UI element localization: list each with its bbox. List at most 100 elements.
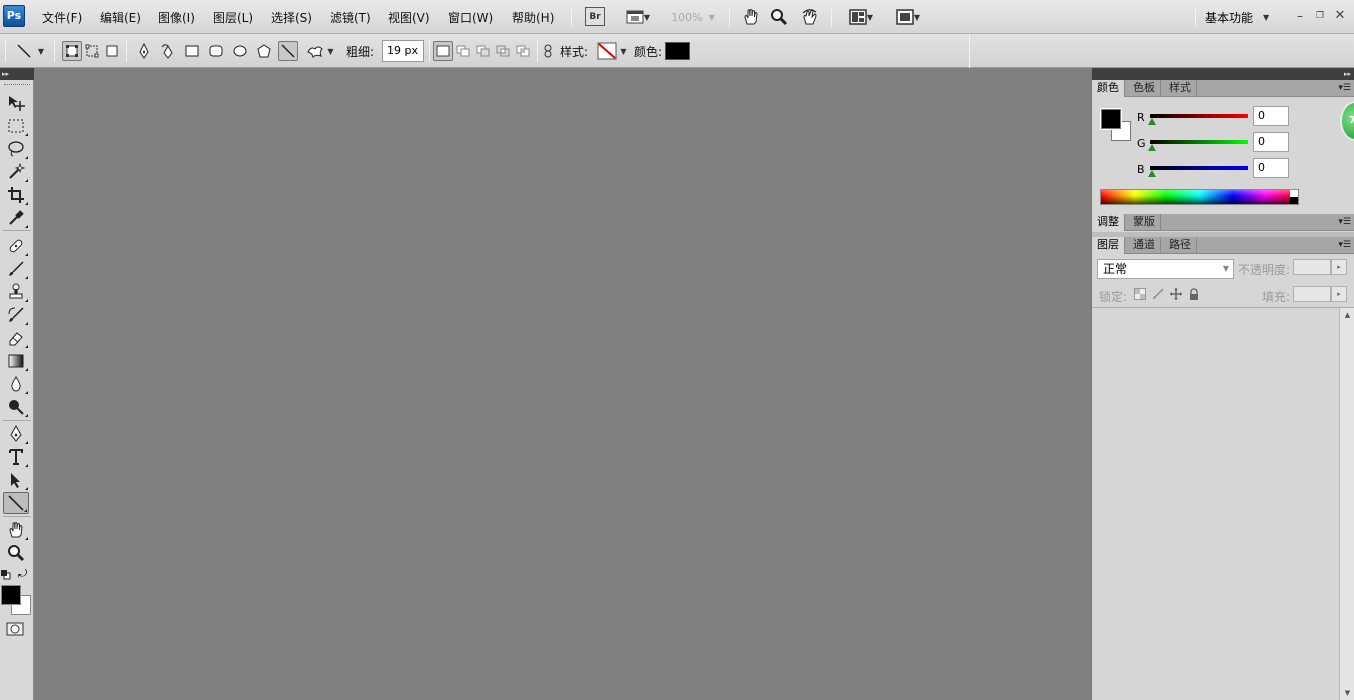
restore-button[interactable]: ❐: [1312, 8, 1328, 24]
rectangle-option[interactable]: [182, 41, 202, 61]
tab-color[interactable]: 颜色: [1092, 80, 1125, 97]
channel-r-input[interactable]: 0: [1253, 106, 1289, 126]
layers-list[interactable]: [1092, 308, 1339, 700]
clone-stamp-tool[interactable]: [3, 281, 29, 303]
weight-input[interactable]: 19 px: [382, 40, 424, 62]
arrange-documents-button[interactable]: ▼: [843, 7, 879, 27]
eyedropper-tool[interactable]: [3, 207, 29, 229]
zoom-tool[interactable]: [3, 542, 29, 564]
tool-preset-picker[interactable]: ▼: [12, 41, 48, 61]
color-spectrum-bar[interactable]: [1100, 189, 1299, 205]
custom-shape-option[interactable]: ▼: [302, 41, 338, 61]
tab-paths[interactable]: 路径: [1164, 237, 1197, 254]
blend-mode-select[interactable]: 正常 ▼: [1097, 259, 1234, 279]
menu-view[interactable]: 视图(V): [388, 9, 430, 26]
quick-mask-button[interactable]: [6, 622, 24, 636]
pen-tool[interactable]: [3, 423, 29, 445]
healing-brush-tool[interactable]: [3, 235, 29, 257]
color-panel-foreground-swatch[interactable]: [1100, 108, 1122, 130]
ellipse-option[interactable]: [230, 41, 250, 61]
polygon-option[interactable]: [254, 41, 274, 61]
paths-mode[interactable]: [82, 41, 102, 61]
crop-tool[interactable]: [3, 184, 29, 206]
subtract-from-shape-area[interactable]: [473, 41, 493, 61]
style-picker[interactable]: ▼: [595, 41, 629, 61]
lock-transparent-pixels-button[interactable]: [1134, 288, 1146, 300]
scroll-up-arrow-icon[interactable]: ▲: [1340, 311, 1354, 319]
workspace-switcher[interactable]: 基本功能 ▼: [1205, 8, 1281, 26]
lock-position-button[interactable]: [1170, 288, 1182, 300]
menu-help[interactable]: 帮助(H): [512, 9, 554, 26]
eraser-tool[interactable]: [3, 327, 29, 349]
hand-tool[interactable]: [3, 519, 29, 541]
history-brush-tool[interactable]: [3, 304, 29, 326]
path-selection-tool[interactable]: [3, 469, 29, 491]
move-tool[interactable]: [3, 92, 29, 114]
tab-channels[interactable]: 通道: [1128, 237, 1161, 254]
tab-swatches[interactable]: 色板: [1128, 80, 1161, 97]
rotate-view-button[interactable]: [798, 6, 822, 28]
pen-tool-option[interactable]: [134, 41, 154, 61]
channel-b-slider[interactable]: [1150, 166, 1248, 170]
shape-layers-mode[interactable]: [62, 41, 82, 61]
brush-tool[interactable]: [3, 258, 29, 280]
shape-tool[interactable]: [3, 492, 29, 514]
shape-color-swatch[interactable]: [665, 42, 690, 60]
spectrum-black-swatch[interactable]: [1290, 197, 1298, 204]
lock-image-pixels-button[interactable]: [1152, 288, 1164, 300]
zoom-level-select[interactable]: 100% ▼: [668, 8, 718, 26]
rounded-rectangle-option[interactable]: [206, 41, 226, 61]
create-new-shape-layer[interactable]: [433, 41, 453, 61]
panel-menu-icon[interactable]: ▾☰: [1338, 83, 1351, 93]
intersect-shape-areas[interactable]: [493, 41, 513, 61]
channel-b-input[interactable]: 0: [1253, 158, 1289, 178]
document-canvas-area[interactable]: [35, 68, 1091, 700]
blur-tool[interactable]: [3, 373, 29, 395]
scroll-down-arrow-icon[interactable]: ▼: [1340, 689, 1354, 697]
tab-layers[interactable]: 图层: [1092, 237, 1125, 254]
freeform-pen-option[interactable]: [158, 41, 178, 61]
fill-input[interactable]: [1293, 286, 1331, 302]
zoom-tool-button[interactable]: [768, 6, 790, 28]
menu-file[interactable]: 文件(F): [42, 9, 82, 26]
gradient-tool[interactable]: [3, 350, 29, 372]
marquee-tool[interactable]: [3, 115, 29, 137]
link-style-button[interactable]: [540, 41, 556, 61]
swap-colors-button[interactable]: ⤾: [18, 568, 30, 580]
lasso-tool[interactable]: [3, 138, 29, 160]
exclude-overlapping-shape-areas[interactable]: [513, 41, 533, 61]
menu-layer[interactable]: 图层(L): [213, 9, 253, 26]
menu-select[interactable]: 选择(S): [271, 9, 312, 26]
menu-edit[interactable]: 编辑(E): [100, 9, 141, 26]
tab-adjustments[interactable]: 调整: [1092, 214, 1125, 231]
quick-selection-tool[interactable]: [3, 161, 29, 183]
tab-masks[interactable]: 蒙版: [1128, 214, 1161, 231]
minimize-button[interactable]: –: [1292, 8, 1308, 24]
channel-g-input[interactable]: 0: [1253, 132, 1289, 152]
panel-menu-icon[interactable]: ▾☰: [1338, 217, 1351, 227]
channel-g-slider[interactable]: [1150, 140, 1248, 144]
screen-mode-button[interactable]: ▼: [890, 7, 926, 27]
hand-tool-button[interactable]: [740, 6, 762, 28]
opacity-input[interactable]: [1293, 259, 1331, 275]
view-extras-button[interactable]: ▼: [620, 7, 656, 27]
fill-pixels-mode[interactable]: [102, 41, 122, 61]
dodge-tool[interactable]: [3, 396, 29, 418]
tools-panel-header[interactable]: ▸▸: [0, 68, 34, 80]
status-badge[interactable]: 72: [1340, 101, 1354, 141]
layers-scrollbar[interactable]: ▲ ▼: [1339, 308, 1354, 700]
add-to-shape-area[interactable]: [453, 41, 473, 61]
menu-image[interactable]: 图像(I): [158, 9, 195, 26]
menu-filter[interactable]: 滤镜(T): [330, 9, 371, 26]
channel-g-thumb[interactable]: [1148, 144, 1156, 151]
lock-all-button[interactable]: [1188, 288, 1200, 300]
spectrum-white-swatch[interactable]: [1290, 190, 1298, 197]
channel-b-thumb[interactable]: [1148, 170, 1156, 177]
type-tool[interactable]: [3, 446, 29, 468]
foreground-color-swatch[interactable]: [1, 585, 21, 605]
bridge-button[interactable]: Br: [585, 7, 605, 26]
opacity-slider-button[interactable]: ▸: [1331, 259, 1347, 275]
menu-window[interactable]: 窗口(W): [448, 9, 493, 26]
fill-slider-button[interactable]: ▸: [1331, 286, 1347, 302]
channel-r-thumb[interactable]: [1148, 118, 1156, 125]
